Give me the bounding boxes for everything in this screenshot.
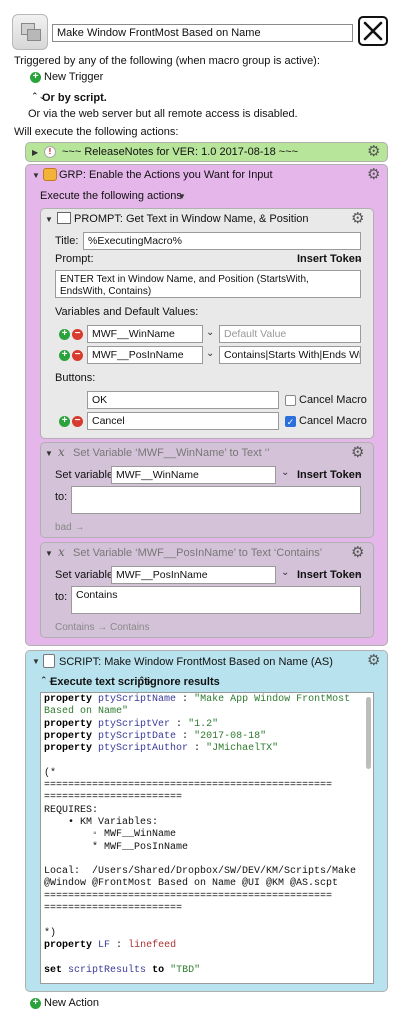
cancel-macro-label: Cancel Macro — [299, 415, 367, 427]
or-by-script-toggle[interactable]: Or by script. — [42, 92, 107, 104]
setvar-title: Set Variable ‘MWF__WinName’ to Text ‘’ — [73, 447, 270, 459]
default-value-field[interactable]: Default Value — [219, 325, 361, 343]
script-icon — [43, 654, 55, 668]
remove-variable-minus-icon[interactable]: − — [72, 329, 83, 340]
cancel-macro-label: Cancel Macro — [299, 394, 367, 406]
buttons-label: Buttons: — [55, 372, 96, 384]
new-trigger-plus-icon[interactable]: + — [30, 72, 41, 83]
comment-icon: ! — [44, 146, 56, 158]
disclosure-triangle-icon[interactable]: ▶ — [32, 148, 38, 157]
close-icon[interactable] — [358, 16, 388, 46]
new-trigger-button[interactable]: New Trigger — [44, 71, 103, 83]
variable-name-field[interactable]: MWF__PosInName — [111, 566, 276, 584]
gear-icon[interactable]: ⚙ — [367, 144, 380, 159]
group-icon — [43, 168, 57, 181]
set-variable-action[interactable]: ▼ 𝑥 Set Variable ‘MWF__PosInName’ to Tex… — [40, 542, 374, 638]
set-variable-label: Set variable — [55, 469, 114, 481]
execute-mode-dropdown-icon[interactable]: ▼ — [178, 192, 186, 201]
chevron-down-icon[interactable]: ⌄ — [206, 348, 214, 359]
script-action[interactable]: ▼ SCRIPT: Make Window FrontMost Based on… — [25, 650, 388, 992]
macro-icon[interactable] — [12, 14, 48, 50]
button-label-field[interactable]: Cancel — [87, 412, 279, 430]
macro-name-field[interactable]: Make Window FrontMost Based on Name — [52, 24, 353, 42]
chevron-down-icon[interactable]: ⌄ — [354, 253, 362, 264]
add-button-plus-icon[interactable]: + — [59, 416, 70, 427]
disclosure-triangle-icon[interactable]: ▼ — [32, 657, 40, 666]
variable-name-field[interactable]: MWF__PosInName — [87, 346, 203, 364]
remove-button-minus-icon[interactable]: − — [72, 416, 83, 427]
new-action-button[interactable]: New Action — [44, 997, 99, 1009]
prompt-label: Prompt: — [55, 253, 94, 265]
script-editor[interactable]: property ptyScriptName : "Make App Windo… — [40, 692, 374, 984]
release-notes-action[interactable]: ▶ ! ~~~ ReleaseNotes for VER: 1.0 2017-0… — [25, 142, 388, 162]
prompt-text-field[interactable]: ENTER Text in Window Name, and Position … — [55, 270, 361, 298]
button-label-field[interactable]: OK — [87, 391, 279, 409]
disclosure-triangle-icon[interactable]: ▼ — [45, 449, 53, 458]
gear-icon[interactable]: ⚙ — [351, 445, 364, 460]
chevron-down-icon[interactable]: ⌄ — [354, 567, 362, 578]
insert-token-dropdown[interactable]: Insert Token — [297, 469, 362, 481]
to-label: to: — [55, 591, 68, 603]
set-variable-action[interactable]: ▼ 𝑥 Set Variable ‘MWF__WinName’ to Text … — [40, 442, 374, 538]
gear-icon[interactable]: ⚙ — [367, 167, 380, 182]
add-variable-plus-icon[interactable]: + — [59, 329, 70, 340]
variable-name-field[interactable]: MWF__WinName — [111, 466, 276, 484]
variable-x-icon: 𝑥 — [58, 545, 65, 559]
result-preview: bad → — [55, 522, 85, 533]
to-text-field[interactable]: Contains — [71, 586, 361, 614]
prompt-title-field[interactable]: %ExecutingMacro% — [83, 232, 361, 250]
prompt-window-icon — [57, 212, 71, 224]
variable-name-field[interactable]: MWF__WinName — [87, 325, 203, 343]
remove-variable-minus-icon[interactable]: − — [72, 350, 83, 361]
variable-x-icon: 𝑥 — [58, 445, 65, 459]
cancel-macro-checkbox[interactable] — [285, 395, 296, 406]
chevron-down-icon[interactable]: ⌄ — [206, 327, 214, 338]
gear-icon[interactable]: ⚙ — [367, 653, 380, 668]
execute-text-script-dropdown[interactable]: Execute text script — [50, 676, 148, 688]
disclosure-triangle-icon[interactable]: ▼ — [45, 215, 53, 224]
variables-label: Variables and Default Values: — [55, 306, 199, 318]
prompt-action[interactable]: ▼ PROMPT: Get Text in Window Name, & Pos… — [40, 208, 374, 439]
setvar-title: Set Variable ‘MWF__PosInName’ to Text ‘C… — [73, 547, 323, 559]
scrollbar[interactable] — [366, 697, 371, 769]
title-label: Title: — [55, 235, 79, 247]
release-notes-title: ~~~ ReleaseNotes for VER: 1.0 2017-08-18… — [62, 146, 299, 158]
cancel-macro-checkbox[interactable]: ✓ — [285, 416, 296, 427]
execute-actions-label: Execute the following actions — [40, 190, 182, 202]
chevron-down-icon[interactable]: ⌄ — [354, 467, 362, 478]
will-execute-label: Will execute the following actions: — [14, 126, 179, 138]
to-label: to: — [55, 491, 68, 503]
gear-icon[interactable]: ⚙ — [351, 211, 364, 226]
gear-icon[interactable]: ⚙ — [351, 545, 364, 560]
insert-token-dropdown[interactable]: Insert Token — [297, 253, 362, 265]
new-action-plus-icon[interactable]: + — [30, 998, 41, 1009]
add-variable-plus-icon[interactable]: + — [59, 350, 70, 361]
triggers-heading: Triggered by any of the following (when … — [14, 55, 320, 67]
to-text-field[interactable] — [71, 486, 361, 514]
web-server-note: Or via the web server but all remote acc… — [28, 108, 298, 120]
chevron-down-icon[interactable]: ⌄ — [281, 467, 289, 478]
script-title: SCRIPT: Make Window FrontMost Based on N… — [59, 656, 333, 668]
prompt-title: PROMPT: Get Text in Window Name, & Posit… — [74, 213, 309, 225]
ignore-results-dropdown[interactable]: ignore results — [147, 676, 220, 688]
disclosure-triangle-icon[interactable]: ▼ — [32, 171, 40, 180]
group-action[interactable]: ▼ GRP: Enable the Actions you Want for I… — [25, 164, 388, 646]
disclosure-triangle-icon[interactable]: ▼ — [45, 549, 53, 558]
result-preview: Contains → Contains — [55, 622, 150, 633]
script-code: property ptyScriptName : "Make App Windo… — [44, 694, 357, 976]
set-variable-label: Set variable — [55, 569, 114, 581]
insert-token-dropdown[interactable]: Insert Token — [297, 569, 362, 581]
default-value-field[interactable]: Contains|Starts With|Ends With — [219, 346, 361, 364]
group-title: GRP: Enable the Actions you Want for Inp… — [59, 169, 273, 181]
chevron-down-icon[interactable]: ⌄ — [281, 567, 289, 578]
